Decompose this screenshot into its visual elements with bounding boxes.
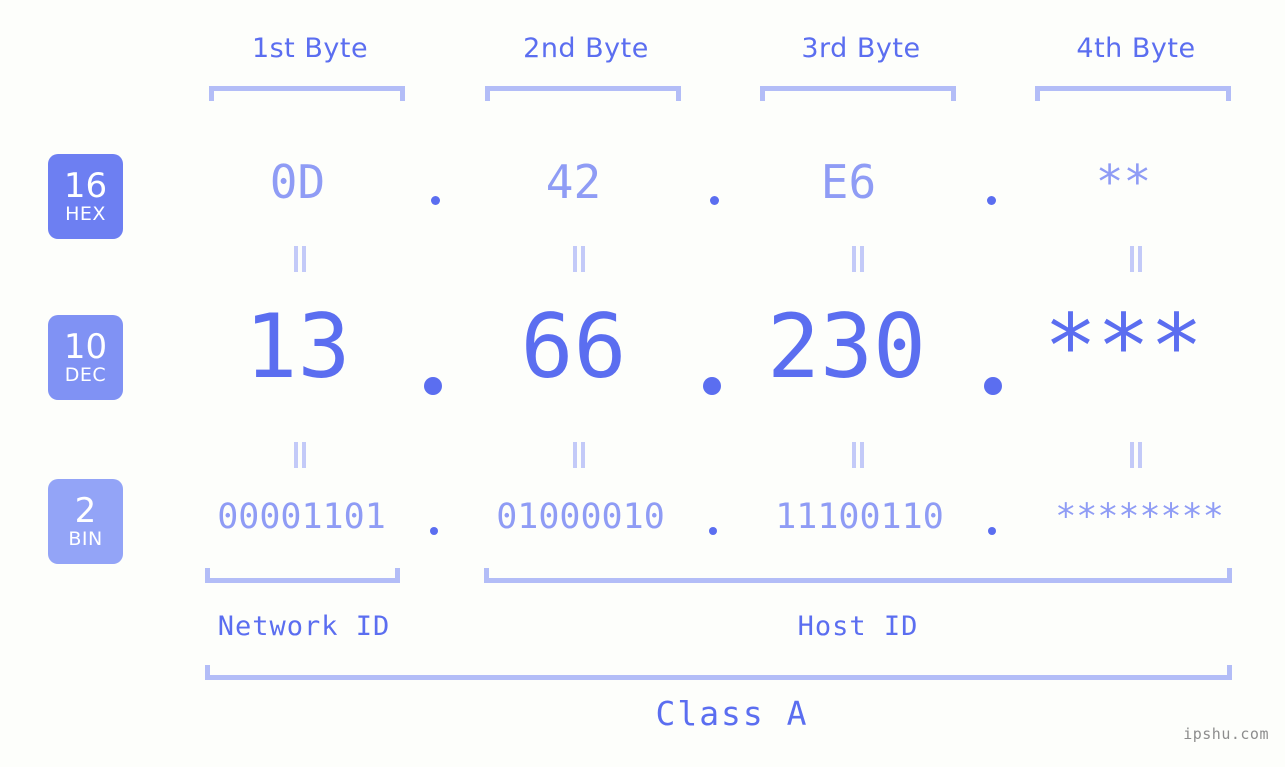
network-id-label: Network ID: [217, 611, 391, 642]
bin-byte-1: 00001101: [217, 497, 386, 537]
bin-byte-2: 01000010: [496, 497, 665, 537]
base-badge-hex-number: 16: [63, 165, 108, 206]
equals-mark-hex-dec-1: [293, 246, 307, 272]
equals-mark-dec-bin-4: [1129, 442, 1143, 468]
bin-separator-2: [709, 527, 717, 535]
dec-byte-3: 230: [767, 295, 926, 398]
hex-separator-1: [431, 196, 440, 205]
hex-byte-1: 0D: [269, 155, 326, 209]
byte-header-bracket-1: [209, 86, 405, 101]
dec-byte-1: 13: [244, 295, 351, 398]
byte-header-label-1: 1st Byte: [251, 33, 369, 64]
bin-byte-4: ********: [1055, 497, 1224, 537]
base-badge-dec: 10 DEC: [48, 315, 123, 400]
bin-separator-1: [430, 527, 438, 535]
dec-byte-2: 66: [520, 295, 627, 398]
dec-byte-4: ***: [1044, 295, 1203, 398]
byte-header-bracket-4: [1035, 86, 1231, 101]
base-badge-bin: 2 BIN: [48, 479, 123, 564]
hex-separator-2: [710, 196, 719, 205]
equals-mark-dec-bin-1: [293, 442, 307, 468]
base-badge-bin-number: 2: [74, 490, 97, 531]
equals-mark-dec-bin-2: [572, 442, 586, 468]
base-badge-hex: 16 HEX: [48, 154, 123, 239]
dec-separator-3: [984, 377, 1002, 395]
hex-separator-3: [987, 196, 996, 205]
host-id-label: Host ID: [797, 611, 919, 642]
hex-byte-3: E6: [820, 155, 877, 209]
dec-separator-2: [703, 377, 721, 395]
byte-header-label-2: 2nd Byte: [523, 33, 649, 64]
equals-mark-hex-dec-4: [1129, 246, 1143, 272]
class-bracket: [205, 665, 1232, 680]
watermark: ipshu.com: [1183, 725, 1269, 743]
hex-byte-2: 42: [545, 155, 602, 209]
equals-mark-dec-bin-3: [851, 442, 865, 468]
network-id-bracket: [205, 568, 400, 583]
equals-mark-hex-dec-2: [572, 246, 586, 272]
ip-address-breakdown-diagram: 1st Byte 2nd Byte 3rd Byte 4th Byte 16 H…: [0, 0, 1285, 767]
byte-header-label-4: 4th Byte: [1076, 33, 1196, 64]
dec-separator-1: [424, 377, 442, 395]
byte-header-bracket-2: [485, 86, 681, 101]
bin-byte-3: 11100110: [775, 497, 944, 537]
equals-mark-hex-dec-3: [851, 246, 865, 272]
base-badge-bin-name: BIN: [68, 527, 103, 550]
host-id-bracket: [484, 568, 1232, 583]
base-badge-dec-name: DEC: [64, 363, 107, 386]
byte-header-bracket-3: [760, 86, 956, 101]
bin-separator-3: [988, 527, 996, 535]
byte-header-label-3: 3rd Byte: [801, 33, 921, 64]
class-label: Class A: [655, 694, 809, 733]
base-badge-hex-name: HEX: [65, 202, 106, 225]
hex-byte-4: **: [1095, 155, 1152, 209]
base-badge-dec-number: 10: [63, 326, 108, 367]
